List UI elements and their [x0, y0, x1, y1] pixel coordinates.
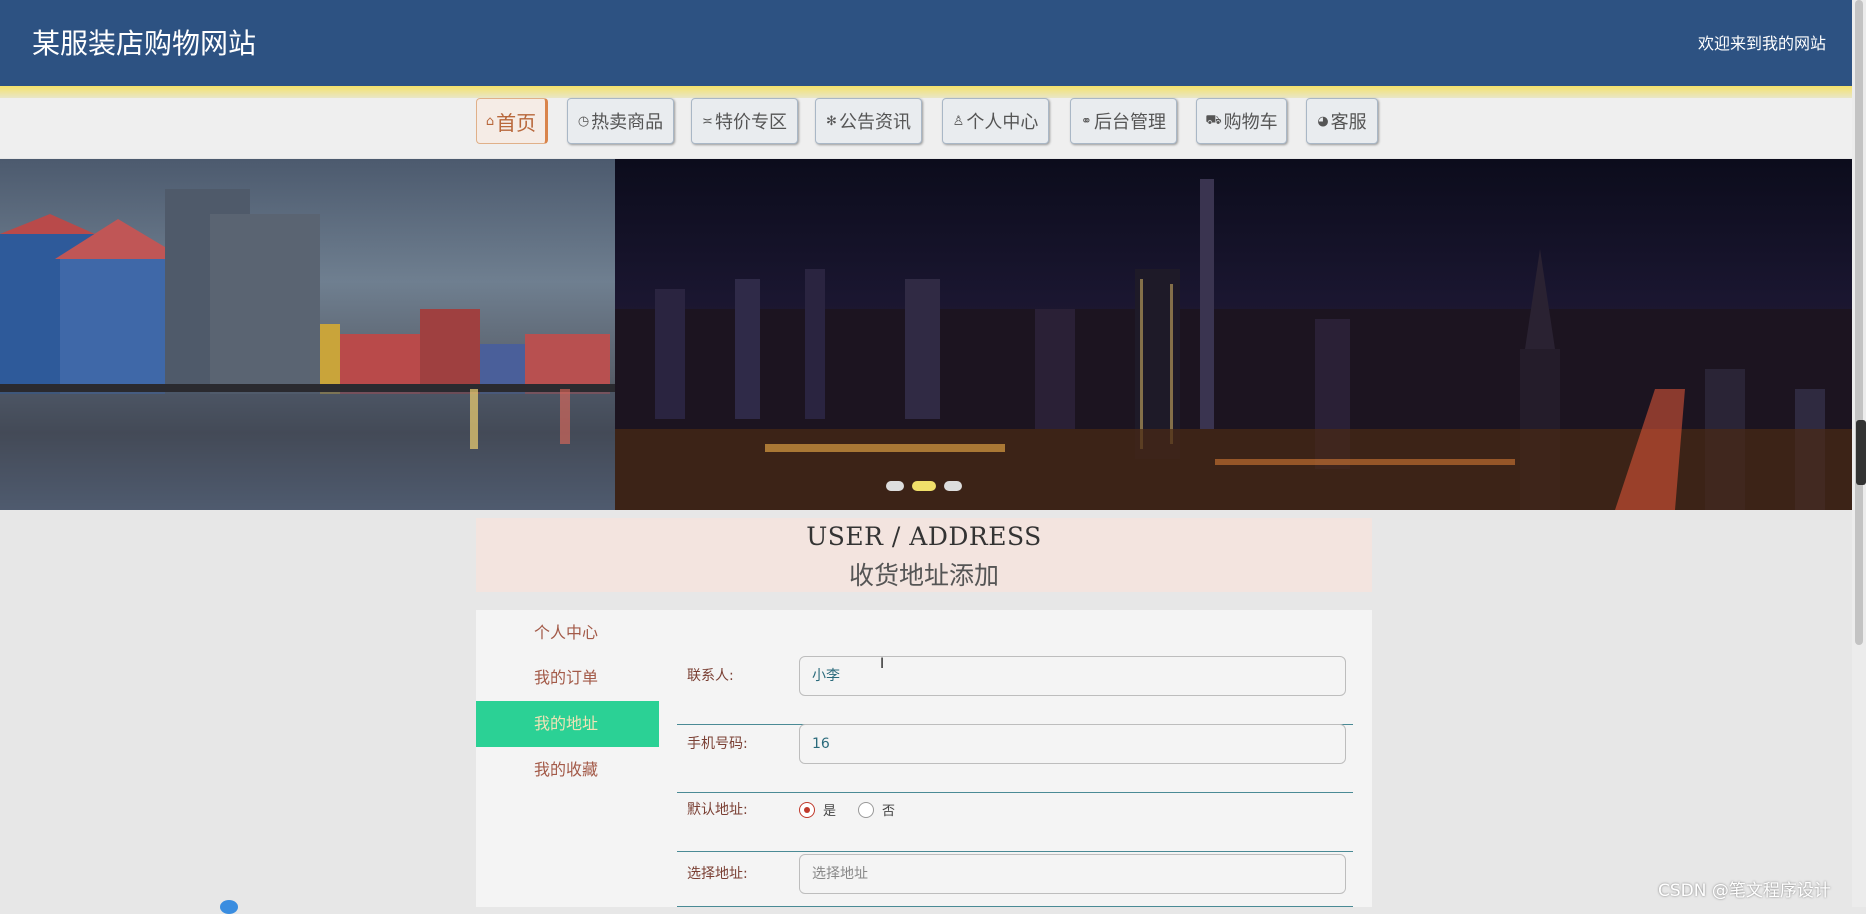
nav-label: 首页 [496, 110, 537, 135]
header-accent-strip [0, 86, 1852, 98]
clock-icon: ◷ [577, 113, 590, 129]
radio-yes[interactable] [799, 801, 815, 818]
nav-hot-products[interactable]: ◷ 热卖商品 [567, 98, 674, 144]
scroll-marker [1856, 420, 1866, 485]
sliders-icon: ≍ [702, 113, 713, 129]
user-icon: ♙ [952, 113, 965, 129]
phone-input[interactable]: 16 [799, 724, 1346, 764]
welcome-text: 欢迎来到我的网站 [1697, 34, 1826, 53]
radio-no-label[interactable]: 否 [882, 800, 895, 819]
nav-label: 特价专区 [714, 112, 787, 133]
site-header: 某服装店购物网站 欢迎来到我的网站 [0, 0, 1852, 86]
phone-label: 手机号码: [687, 736, 748, 752]
city-skyline-illustration [615, 179, 1852, 510]
chat-icon: ◕ [1317, 113, 1329, 129]
section-title-cn: 收货地址添加 [848, 561, 999, 590]
default-address-row: 默认地址: 是 否 [677, 790, 1353, 852]
radio-no[interactable] [858, 801, 875, 818]
nav-customer-service[interactable]: ◕ 客服 [1306, 98, 1378, 144]
nav-label: 个人中心 [966, 112, 1039, 133]
nav-label: 购物车 [1223, 112, 1278, 133]
scrollbar-thumb[interactable] [1855, 0, 1863, 645]
contact-row: 联系人: 小李 [677, 656, 1353, 725]
banner-carousel[interactable] [0, 159, 1852, 510]
nav-special-offers[interactable]: ≍ 特价专区 [691, 98, 798, 144]
select-address-label: 选择地址: [687, 866, 748, 882]
carousel-indicator-1[interactable] [886, 481, 904, 491]
nav-label: 公告资讯 [838, 112, 911, 133]
phone-row: 手机号码: 16 [677, 724, 1353, 793]
main-nav: ⌂ 首页 ◷ 热卖商品 ≍ 特价专区 ✻ 公告资讯 ♙ 个人中心 ⚭ 后台管理 … [0, 98, 1852, 158]
content-panel: 个人中心 我的订单 我的地址 我的收藏 联系人: 小李 手机号码: 16 默认地… [476, 610, 1372, 907]
floating-help-icon[interactable] [220, 900, 238, 914]
nav-user-center[interactable]: ♙ 个人中心 [942, 98, 1049, 144]
section-heading: USER / ADDRESS 收货地址添加 [476, 518, 1372, 592]
banner-image-houses [0, 159, 615, 510]
carousel-indicator-2[interactable] [912, 481, 936, 491]
nav-announcements[interactable]: ✻ 公告资讯 [815, 98, 922, 144]
default-address-label: 默认地址: [687, 802, 748, 818]
nav-admin[interactable]: ⚭ 后台管理 [1070, 98, 1177, 144]
site-title[interactable]: 某服装店购物网站 [32, 22, 256, 62]
carousel-indicator-3[interactable] [944, 481, 962, 491]
sidebar-item-my-orders[interactable]: 我的订单 [476, 655, 659, 701]
home-icon: ⌂ [485, 113, 495, 129]
address-select-input[interactable]: 选择地址 [799, 854, 1346, 894]
nav-label: 热卖商品 [591, 112, 664, 133]
nav-cart[interactable]: ⛟ 购物车 [1196, 98, 1287, 144]
snowflake-icon: ✻ [826, 113, 837, 129]
select-address-row: 选择地址: 选择地址 [677, 854, 1353, 907]
nav-label: 客服 [1330, 112, 1367, 133]
nav-home[interactable]: ⌂ 首页 [476, 98, 548, 144]
sidebar-item-user-center[interactable]: 个人中心 [476, 610, 659, 656]
page-scrollbar[interactable] [1852, 0, 1866, 907]
contact-label: 联系人: [687, 668, 734, 684]
radio-yes-label[interactable]: 是 [823, 800, 836, 819]
link-icon: ⚭ [1081, 113, 1092, 129]
houses-illustration [0, 189, 615, 510]
sidebar-item-my-favorites[interactable]: 我的收藏 [476, 747, 659, 793]
default-address-radio-group: 是 否 [799, 800, 917, 819]
sidebar-item-my-address[interactable]: 我的地址 [476, 701, 659, 747]
nav-label: 后台管理 [1093, 112, 1166, 133]
section-title-en: USER / ADDRESS [806, 522, 1042, 551]
watermark: CSDN @笔文程序设计 [1658, 881, 1831, 901]
banner-image-city-night [615, 159, 1852, 510]
text-cursor-icon: I [880, 656, 885, 672]
cart-icon: ⛟ [1205, 112, 1222, 128]
